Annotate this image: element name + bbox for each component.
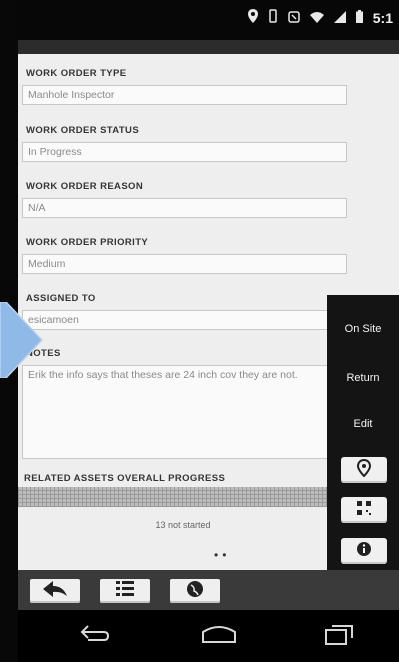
recents-icon[interactable]: [324, 624, 354, 652]
globe-button[interactable]: [170, 579, 220, 603]
back-arrow-icon: [43, 580, 67, 602]
bottom-toolbar: [18, 570, 399, 610]
system-nav-bar: [18, 610, 399, 662]
related-assets-label: RELATED ASSETS OVERALL PROGRESS: [24, 473, 226, 484]
work-order-status-label: WORK ORDER STATUS: [26, 125, 140, 136]
battery-icon: [355, 9, 363, 26]
work-order-priority-field[interactable]: Medium: [22, 254, 347, 274]
work-order-type-field[interactable]: Manhole Inspector: [22, 85, 347, 105]
side-action-menu: On Site Return Edit: [327, 295, 399, 606]
map-pin-icon: [356, 458, 372, 481]
back-icon[interactable]: [80, 624, 110, 650]
signal-icon: [333, 10, 346, 26]
location-icon: [247, 9, 258, 26]
list-button[interactable]: [100, 579, 150, 603]
qr-code-icon: [356, 500, 372, 520]
info-button[interactable]: [341, 538, 387, 564]
home-icon[interactable]: [201, 624, 237, 650]
related-assets-progress-bar: [18, 487, 348, 507]
edit-menu-item[interactable]: Edit: [327, 418, 399, 430]
status-time: 5:1: [372, 9, 393, 26]
vibrate-icon: [268, 9, 278, 26]
related-assets-progress-text: 13 not started: [155, 520, 211, 530]
work-order-reason-field[interactable]: N/A: [22, 198, 347, 218]
form-top-band: [18, 40, 399, 54]
wifi-icon: [309, 10, 324, 26]
callout-arrow-icon: [0, 301, 44, 379]
work-order-priority-label: WORK ORDER PRIORITY: [26, 237, 149, 248]
return-menu-item[interactable]: Return: [327, 372, 399, 384]
back-arrow-button[interactable]: [30, 579, 80, 603]
assigned-to-field[interactable]: esicamoen: [22, 310, 331, 330]
on-site-menu-item[interactable]: On Site: [327, 323, 399, 335]
status-bar: 5:1: [18, 0, 399, 40]
qr-code-button[interactable]: [341, 497, 387, 523]
globe-icon: [186, 580, 204, 603]
list-icon: [116, 580, 134, 603]
work-order-reason-label: WORK ORDER REASON: [26, 181, 144, 192]
work-order-type-label: WORK ORDER TYPE: [26, 68, 127, 79]
info-icon: [356, 541, 372, 561]
work-order-status-field[interactable]: In Progress: [22, 142, 347, 162]
map-pin-button[interactable]: [341, 457, 387, 483]
nfc-icon: [288, 10, 300, 26]
notes-field[interactable]: Erik the info says that theses are 24 in…: [22, 365, 331, 459]
page-indicator-dots: •​•: [214, 548, 231, 562]
